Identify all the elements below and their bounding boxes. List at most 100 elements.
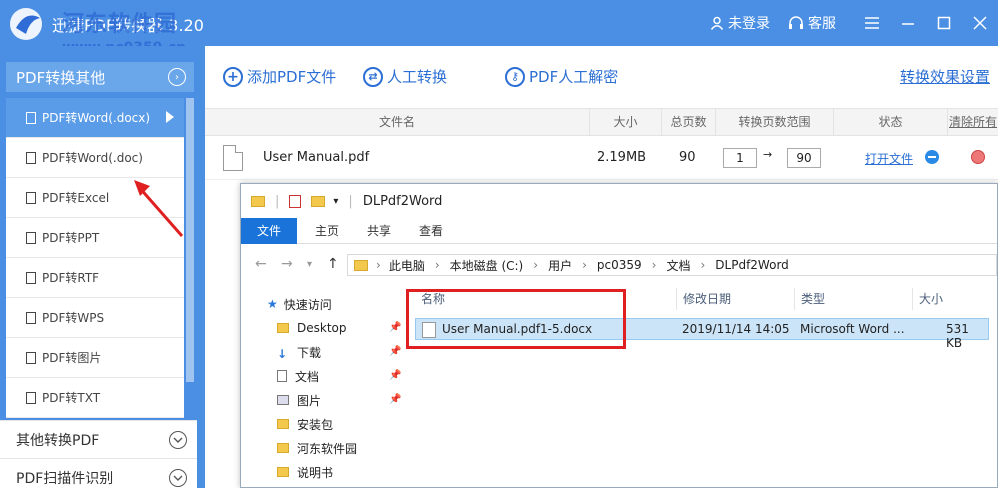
nav-documents[interactable]: 文档 — [277, 364, 319, 388]
explorer-title-bar: | ▾ | DLPdf2Word — [241, 184, 997, 218]
login-label: 未登录 — [728, 16, 770, 32]
nav-downloads[interactable]: ↓ 下载 — [277, 340, 321, 364]
breadcrumb-item[interactable]: 用户 — [548, 257, 572, 274]
col-date[interactable]: 修改日期 — [677, 288, 795, 310]
sidebar-item-label: PDF转Word(.docx) — [42, 111, 151, 125]
chevron-right-icon: › — [168, 68, 186, 86]
plus-icon: + — [223, 66, 243, 87]
key-icon: ⚷ — [505, 66, 525, 87]
sidebar-item-wps[interactable]: PDF转WPS — [6, 298, 184, 338]
folder-icon — [277, 419, 289, 429]
red-arrow-annotation — [134, 180, 184, 237]
nav-folder-install[interactable]: 安装包 — [277, 412, 333, 436]
nav-quick-access[interactable]: ★ 快速访问 — [267, 292, 332, 316]
breadcrumb-item[interactable]: 此电脑 — [389, 257, 425, 274]
close-button[interactable] — [962, 0, 998, 46]
title-bar: 迅捷PDF转换器 3.20 河东软件园 www.pc0359.cn 未登录 客服 — [0, 0, 998, 56]
manual-convert-button[interactable]: ⇄ 人工转换 — [363, 66, 447, 87]
tab-home[interactable]: 主页 — [301, 218, 353, 244]
history-dropdown-icon[interactable]: ▾ — [307, 259, 312, 270]
forward-icon[interactable]: → — [281, 256, 293, 272]
conversion-settings-link[interactable]: 转换效果设置 — [900, 66, 990, 87]
file-icon — [26, 151, 36, 164]
nav-folder-hedong[interactable]: 河东软件园 — [277, 436, 357, 460]
table-header: 文件名 大小 总页数 转换页数范围 状态 清除所有 — [205, 108, 998, 136]
open-file-link[interactable]: 打开文件 — [865, 150, 913, 167]
sidebar-item-txt[interactable]: PDF转TXT — [6, 378, 184, 418]
file-icon — [26, 391, 36, 404]
col-size[interactable]: 大小 — [913, 288, 989, 310]
properties-icon[interactable] — [289, 194, 302, 208]
login-button[interactable]: 未登录 — [710, 13, 770, 33]
menu-icon — [865, 17, 879, 29]
tab-view[interactable]: 查看 — [405, 218, 457, 244]
col-pages: 总页数 — [662, 109, 716, 136]
col-size: 大小 — [590, 109, 662, 136]
maximize-button[interactable] — [926, 0, 962, 46]
back-icon[interactable]: ← — [255, 256, 267, 272]
file-icon — [26, 111, 36, 124]
minimize-icon — [902, 23, 914, 25]
file-icon — [26, 191, 36, 204]
sidebar-item-rtf[interactable]: PDF转RTF — [6, 258, 184, 298]
toolbar: + 添加PDF文件 ⇄ 人工转换 ⚷ PDF人工解密 转换效果设置 — [205, 46, 998, 108]
col-filename: 文件名 — [205, 109, 590, 136]
range-to-input[interactable]: 90 — [787, 148, 821, 168]
headset-icon — [789, 16, 803, 29]
breadcrumb-item[interactable]: DLPdf2Word — [715, 258, 788, 272]
picture-icon — [277, 395, 289, 405]
up-icon[interactable]: ↑ — [327, 256, 339, 272]
explorer-title: DLPdf2Word — [362, 193, 443, 209]
nav-pictures[interactable]: 图片 — [277, 388, 321, 412]
add-pdf-button[interactable]: + 添加PDF文件 — [223, 66, 336, 87]
menu-button[interactable] — [854, 0, 890, 46]
nav-label: 快速访问 — [283, 297, 332, 312]
watermark-title: 河东软件园 — [62, 12, 178, 37]
nav-folder-manual[interactable]: 说明书 — [277, 460, 333, 484]
tab-file[interactable]: 文件 — [241, 218, 297, 244]
sidebar-item-label: PDF转图片 — [42, 351, 102, 365]
pin-icon: 📌 — [389, 346, 402, 357]
tab-share[interactable]: 共享 — [353, 218, 405, 244]
address-bar[interactable]: › 此电脑 › 本地磁盘 (C:) › 用户 › pc0359 › 文档 › DLPdf2… — [347, 254, 997, 276]
sidebar-section-pdf-to-other[interactable]: PDF转换其他 › — [6, 62, 194, 92]
chevron-down-icon — [169, 469, 187, 487]
sidebar-section-other-to-pdf[interactable]: 其他转换PDF — [0, 420, 197, 458]
file-size: 531 KB — [946, 322, 969, 350]
dropdown-icon[interactable]: ▾ — [333, 196, 338, 207]
folder-icon — [354, 259, 368, 271]
file-icon — [26, 311, 36, 324]
breadcrumb-item[interactable]: pc0359 — [597, 258, 642, 272]
sidebar-item-label: PDF转Word(.doc) — [42, 151, 143, 165]
close-icon — [973, 16, 987, 30]
pause-icon[interactable] — [925, 150, 939, 164]
nav-desktop[interactable]: Desktop — [277, 316, 347, 340]
file-pages: 90 — [679, 150, 696, 165]
pin-icon: 📌 — [389, 322, 402, 333]
col-type[interactable]: 类型 — [795, 288, 913, 310]
breadcrumb-item[interactable]: 本地磁盘 (C:) — [450, 257, 524, 274]
sidebar-item-image[interactable]: PDF转图片 — [6, 338, 184, 378]
user-icon — [710, 16, 724, 30]
sidebar-item-word-docx[interactable]: PDF转Word(.docx) — [6, 98, 184, 138]
chevron-down-icon — [169, 431, 187, 449]
breadcrumb-item[interactable]: 文档 — [666, 257, 690, 274]
highlight-box — [406, 289, 626, 349]
ribbon-tabs: 文件 主页 共享 查看 — [241, 218, 997, 244]
service-button[interactable]: 客服 — [788, 13, 836, 33]
range-from-input[interactable]: 1 — [723, 148, 757, 168]
minimize-button[interactable] — [890, 0, 926, 46]
sidebar-section-scan-ocr[interactable]: PDF扫描件识别 — [0, 458, 197, 488]
clear-all-link[interactable]: 清除所有 — [948, 109, 998, 136]
star-icon: ★ — [267, 297, 278, 311]
new-folder-icon[interactable] — [311, 195, 326, 207]
delete-icon[interactable] — [971, 150, 985, 164]
nav-label: 安装包 — [297, 417, 334, 432]
pin-icon: 📌 — [389, 370, 402, 381]
manual-convert-label: 人工转换 — [387, 68, 448, 86]
pdf-decrypt-button[interactable]: ⚷ PDF人工解密 — [505, 66, 618, 87]
nav-label: Desktop — [297, 321, 347, 335]
arrow-right-icon: → — [763, 148, 773, 161]
nav-label: 文档 — [295, 369, 320, 384]
service-label: 客服 — [808, 16, 836, 32]
